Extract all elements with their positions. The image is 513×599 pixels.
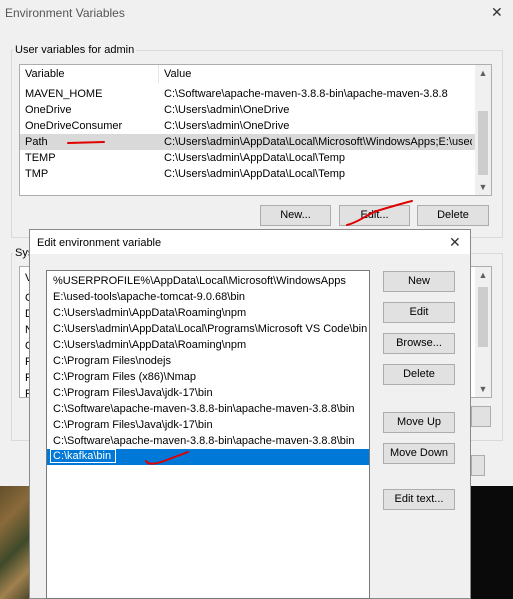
variable-value: C:\Users\admin\AppData\Local\Temp: [164, 168, 345, 180]
variable-name: OneDriveConsumer: [25, 120, 123, 132]
user-variables-list[interactable]: Variable Value MAVEN_HOME C:\Software\ap…: [19, 64, 492, 196]
list-item[interactable]: C:\Users\admin\AppData\Roaming\npm: [47, 305, 369, 321]
table-row[interactable]: TMP C:\Users\admin\AppData\Local\Temp: [20, 166, 475, 182]
path-entry: C:\Software\apache-maven-3.8.8-bin\apach…: [53, 435, 355, 447]
list-item[interactable]: E:\used-tools\apache-tomcat-9.0.68\bin: [47, 289, 369, 305]
column-divider[interactable]: [158, 65, 159, 83]
edit-button[interactable]: Edit: [383, 302, 455, 323]
list-item[interactable]: %USERPROFILE%\AppData\Local\Microsoft\Wi…: [47, 273, 369, 289]
variable-name: Path: [25, 136, 48, 148]
dialog-title: Edit environment variable: [37, 237, 162, 249]
table-row[interactable]: TEMP C:\Users\admin\AppData\Local\Temp: [20, 150, 475, 166]
variable-value: C:\Software\apache-maven-3.8.8-bin\apach…: [164, 88, 448, 100]
desktop-background: [470, 486, 513, 599]
variable-name: TMP: [25, 168, 49, 180]
system-delete-button[interactable]: [471, 406, 491, 427]
edit-environment-variable-dialog: Edit environment variable ✕ %USERPROFILE…: [29, 229, 471, 599]
title-bar: Edit environment variable ✕: [30, 230, 470, 254]
new-button[interactable]: New: [383, 271, 455, 292]
list-item[interactable]: C:\Program Files (x86)\Nmap: [47, 369, 369, 385]
variable-value: C:\Users\admin\AppData\Local\Temp: [164, 152, 345, 164]
vertical-scrollbar[interactable]: ▲ ▼: [475, 65, 491, 195]
list-item[interactable]: C:\Program Files\Java\jdk-17\bin: [47, 417, 369, 433]
vertical-scrollbar[interactable]: ▲ ▼: [475, 267, 491, 397]
edit-text-button[interactable]: Edit text...: [383, 489, 455, 510]
variable-value: C:\Users\admin\OneDrive: [164, 104, 290, 116]
dialog-title: Environment Variables: [5, 6, 125, 20]
move-down-button[interactable]: Move Down: [383, 443, 455, 464]
variable-value: C:\Users\admin\AppData\Local\Microsoft\W…: [164, 136, 472, 148]
path-entry: C:\Program Files\Java\jdk-17\bin: [53, 419, 213, 431]
path-entry-input[interactable]: [50, 449, 116, 463]
list-item[interactable]: C:\Users\admin\AppData\Local\Programs\Mi…: [47, 321, 369, 337]
close-icon[interactable]: ✕: [449, 234, 461, 251]
scroll-down-icon[interactable]: ▼: [475, 381, 491, 397]
scroll-thumb[interactable]: [478, 287, 488, 347]
close-icon[interactable]: ✕: [491, 4, 503, 21]
user-variables-label: User variables for admin: [13, 44, 137, 56]
path-entry: C:\Users\admin\AppData\Local\Programs\Mi…: [53, 323, 368, 335]
scroll-up-icon[interactable]: ▲: [475, 267, 491, 283]
browse-button[interactable]: Browse...: [383, 333, 455, 354]
column-header-value[interactable]: Value: [164, 68, 191, 80]
path-entry: C:\Users\admin\AppData\Roaming\npm: [53, 307, 247, 319]
path-entry: %USERPROFILE%\AppData\Local\Microsoft\Wi…: [53, 275, 346, 287]
table-row-selected[interactable]: Path C:\Users\admin\AppData\Local\Micros…: [20, 134, 475, 150]
list-item[interactable]: C:\Software\apache-maven-3.8.8-bin\apach…: [47, 401, 369, 417]
list-item[interactable]: C:\Program Files\nodejs: [47, 353, 369, 369]
table-row[interactable]: OneDrive C:\Users\admin\OneDrive: [20, 102, 475, 118]
move-up-button[interactable]: Move Up: [383, 412, 455, 433]
variable-name: OneDrive: [25, 104, 72, 116]
list-item[interactable]: C:\Software\apache-maven-3.8.8-bin\apach…: [47, 433, 369, 449]
new-button[interactable]: New...: [260, 205, 331, 226]
path-entry: C:\Program Files (x86)\Nmap: [53, 371, 197, 383]
variable-name: MAVEN_HOME: [25, 88, 103, 100]
table-row[interactable]: MAVEN_HOME C:\Software\apache-maven-3.8.…: [20, 86, 475, 102]
variable-value: C:\Users\admin\OneDrive: [164, 120, 290, 132]
scroll-thumb[interactable]: [478, 111, 488, 175]
ok-button[interactable]: [471, 455, 485, 476]
table-row[interactable]: OneDriveConsumer C:\Users\admin\OneDrive: [20, 118, 475, 134]
list-item-editing[interactable]: [47, 449, 369, 465]
list-item[interactable]: C:\Users\admin\AppData\Roaming\npm: [47, 337, 369, 353]
path-entry: C:\Software\apache-maven-3.8.8-bin\apach…: [53, 403, 355, 415]
list-header: Variable Value: [20, 65, 475, 83]
variable-name: TEMP: [25, 152, 56, 164]
path-entry: C:\Users\admin\AppData\Roaming\npm: [53, 339, 247, 351]
path-entry: E:\used-tools\apache-tomcat-9.0.68\bin: [53, 291, 246, 303]
list-item[interactable]: C:\Program Files\Java\jdk-17\bin: [47, 385, 369, 401]
edit-button[interactable]: Edit...: [339, 205, 410, 226]
path-entry: C:\Program Files\nodejs: [53, 355, 171, 367]
path-entries-list[interactable]: %USERPROFILE%\AppData\Local\Microsoft\Wi…: [46, 270, 370, 599]
scroll-up-icon[interactable]: ▲: [475, 65, 491, 81]
delete-button[interactable]: Delete: [417, 205, 489, 226]
path-entry: C:\Program Files\Java\jdk-17\bin: [53, 387, 213, 399]
delete-button[interactable]: Delete: [383, 364, 455, 385]
scroll-down-icon[interactable]: ▼: [475, 179, 491, 195]
column-header-variable[interactable]: Variable: [25, 68, 65, 80]
